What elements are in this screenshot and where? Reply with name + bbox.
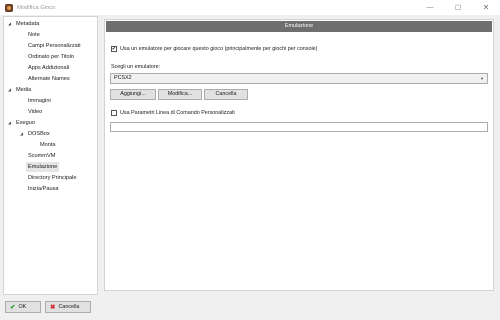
use-emulator-row: ✔ Usa un emulatore per giocare questo gi…	[111, 46, 317, 52]
tree-item-emulazione[interactable]: Emulazione	[26, 162, 60, 172]
window-controls: — ☐ ✕	[416, 0, 500, 15]
delete-button[interactable]: Cancella	[204, 89, 248, 100]
chevron-down-icon: ▼	[480, 76, 484, 81]
custom-cmd-row: Usa Parametri Linea di Comando Personali…	[111, 110, 235, 116]
edit-button[interactable]: Modifica...	[158, 89, 202, 100]
add-button[interactable]: Aggiungi...	[110, 89, 156, 100]
expand-metadata-icon[interactable]: ◢	[8, 19, 11, 29]
tree-item-eseguo[interactable]: Eseguo	[16, 118, 35, 128]
use-emulator-checkbox[interactable]: ✔	[111, 46, 117, 52]
expand-media-icon[interactable]: ◢	[8, 85, 11, 95]
tree-item-dosbox[interactable]: DOSBox	[28, 129, 50, 139]
x-icon: ✖	[50, 304, 56, 311]
ok-button[interactable]: ✔ OK	[5, 301, 41, 313]
tree-item-apps-addizionali[interactable]: Apps Addizionali	[28, 63, 69, 73]
tree-item-note[interactable]: Note	[28, 30, 40, 40]
cancel-button[interactable]: ✖ Cancella	[45, 301, 91, 313]
choose-emulator-label: Scegli un emulatore:	[111, 64, 161, 70]
tree-item-immagini[interactable]: Immagini	[28, 96, 51, 106]
emulation-panel: Emulazione ✔ Usa un emulatore per giocar…	[104, 19, 494, 291]
tree-item-campi-personalizzati[interactable]: Campi Personalizzati	[28, 41, 81, 51]
tree-item-metadata[interactable]: Metadata	[16, 19, 39, 29]
app-icon	[5, 3, 13, 12]
emulator-select[interactable]: PCSX2 ▼	[110, 73, 488, 84]
expand-eseguo-icon[interactable]: ◢	[8, 118, 11, 128]
title-bar: Modifica Gioco — ☐ ✕	[0, 0, 500, 15]
panel-header: Emulazione	[106, 21, 492, 32]
tree-item-scummvm[interactable]: ScummVM	[28, 151, 55, 161]
custom-cmd-checkbox[interactable]	[111, 110, 117, 116]
tree-item-inizia-pausa[interactable]: Inizia/Pausa	[28, 184, 58, 194]
close-button[interactable]: ✕	[472, 0, 500, 15]
emulator-select-value: PCSX2	[114, 75, 132, 81]
tree-item-alternate-names[interactable]: Alternate Names	[28, 74, 70, 84]
ok-label: OK	[18, 304, 27, 310]
tree-item-monta[interactable]: Monta	[40, 140, 56, 150]
cancel-label: Cancella	[58, 304, 80, 310]
navigation-tree[interactable]: ◢ Metadata Note Campi Personalizzati Ord…	[3, 16, 98, 295]
use-emulator-label[interactable]: Usa un emulatore per giocare questo gioc…	[120, 46, 317, 52]
tree-item-directory-principale[interactable]: Directory Principale	[28, 173, 77, 183]
window-title: Modifica Gioco	[17, 4, 56, 11]
maximize-button[interactable]: ☐	[444, 0, 472, 15]
check-icon: ✔	[10, 304, 16, 311]
custom-cmd-label[interactable]: Usa Parametri Linea di Comando Personali…	[120, 110, 235, 116]
tree-item-media[interactable]: Media	[16, 85, 31, 95]
custom-cmd-input[interactable]	[110, 122, 488, 132]
minimize-button[interactable]: —	[416, 0, 444, 15]
tree-item-ordinato-per-titolo[interactable]: Ordinato per Titolo	[28, 52, 74, 62]
tree-item-video[interactable]: Video	[28, 107, 42, 117]
dialog-body: ◢ Metadata Note Campi Personalizzati Ord…	[3, 16, 497, 295]
expand-dosbox-icon[interactable]: ◢	[20, 129, 23, 139]
